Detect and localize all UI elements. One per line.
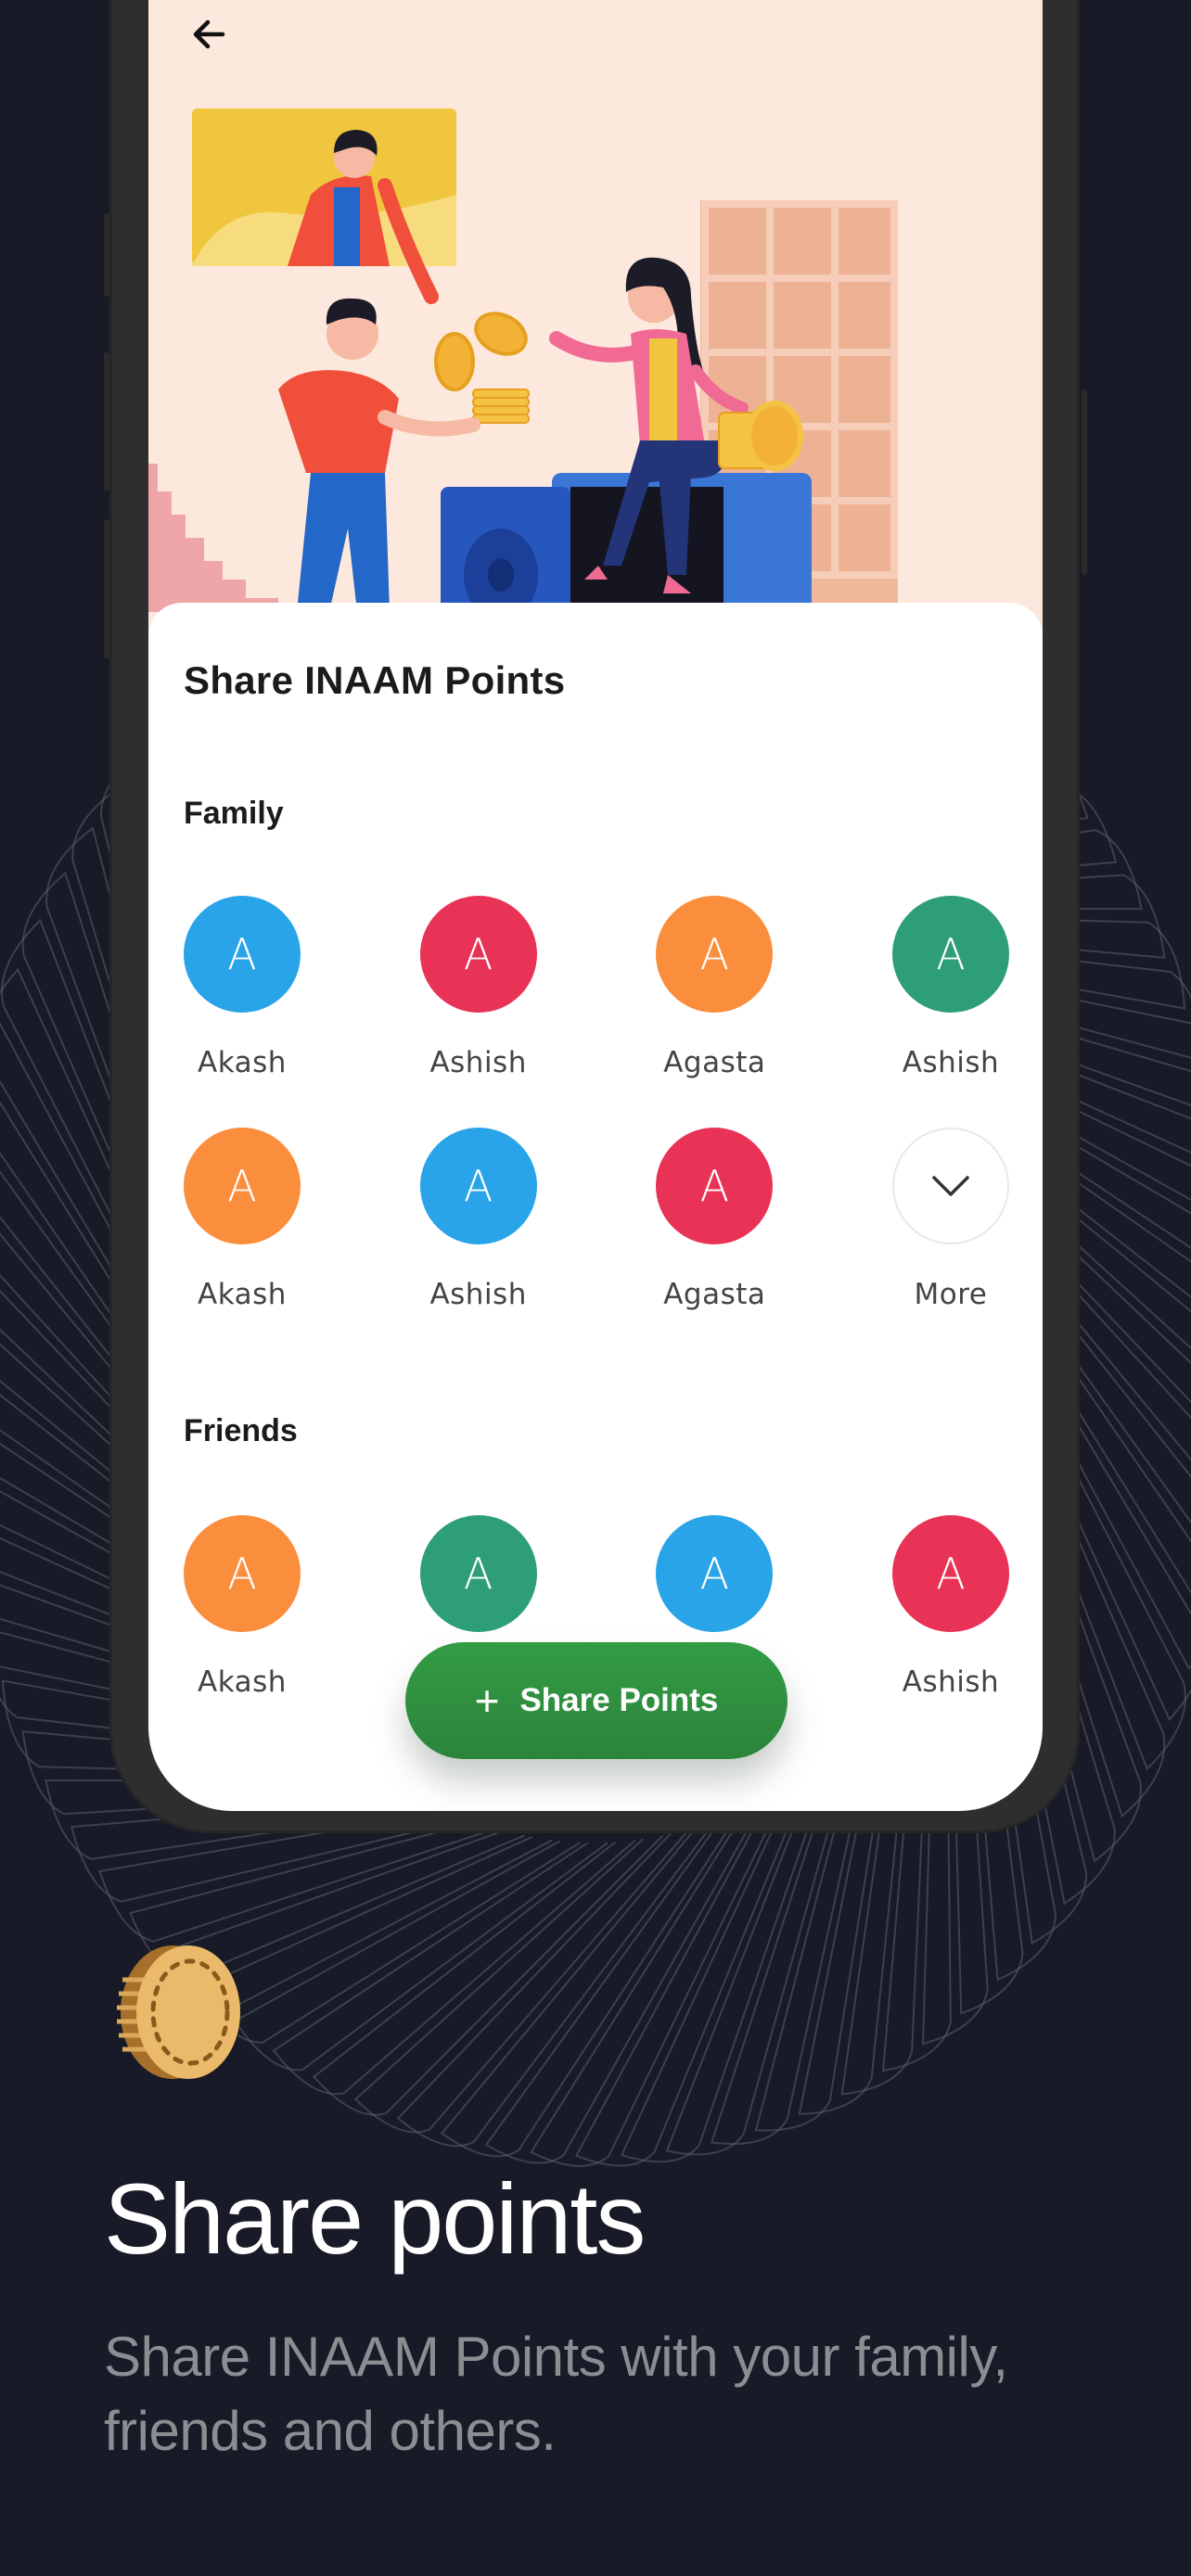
contact-item[interactable]: A Akash xyxy=(184,896,301,1079)
avatar: A xyxy=(891,896,1009,1013)
contact-name: Ashish xyxy=(902,1046,1000,1079)
card-title: Share INAAM Points xyxy=(184,658,566,702)
app-screen: Share INAAM Points Family A Akash A Ashi… xyxy=(148,0,1043,1811)
avatar: A xyxy=(184,1515,301,1632)
avatar: A xyxy=(419,896,537,1013)
avatar: A xyxy=(656,896,774,1013)
more-label: More xyxy=(914,1278,988,1311)
contact-name: Ashish xyxy=(429,1278,527,1311)
plus-icon: + xyxy=(474,1677,500,1725)
section-label-family: Family xyxy=(184,796,284,831)
contact-name: Agasta xyxy=(663,1046,766,1079)
stairs-illustration xyxy=(148,464,278,612)
coin-icon xyxy=(117,1945,240,2079)
avatar: A xyxy=(184,1128,301,1244)
contact-name: Akash xyxy=(198,1278,287,1311)
avatar: A xyxy=(184,896,301,1013)
contact-item[interactable]: A Ashish xyxy=(419,1128,537,1311)
phone-side-button xyxy=(104,213,109,297)
contact-item[interactable]: A Akash xyxy=(184,1515,301,1699)
avatar: A xyxy=(656,1128,774,1244)
phone-power-button xyxy=(1082,389,1087,575)
promo-subtitle: Share INAAM Points with your family, fri… xyxy=(104,2326,1008,2462)
more-contacts-button[interactable]: More xyxy=(891,1128,1009,1311)
share-points-label: Share Points xyxy=(519,1682,719,1718)
contact-item[interactable]: A Akash xyxy=(184,1128,301,1311)
promo-title: Share points xyxy=(104,2162,646,2275)
contact-name: Akash xyxy=(198,1665,287,1699)
section-label-friends: Friends xyxy=(184,1413,298,1448)
contact-name: Ashish xyxy=(429,1046,527,1079)
contact-item[interactable]: A Ashish xyxy=(891,1515,1009,1699)
contact-name: Ashish xyxy=(902,1665,1000,1699)
family-row-2: A Akash A Ashish A Agasta More xyxy=(184,1128,1009,1311)
share-points-card: Share INAAM Points Family A Akash A Ashi… xyxy=(148,603,1043,1811)
phone-side-button xyxy=(104,519,109,658)
family-row-1: A Akash A Ashish A Agasta A Ashish xyxy=(184,896,1009,1079)
chevron-down-icon xyxy=(932,1176,969,1196)
contact-name: Akash xyxy=(198,1046,287,1079)
phone-side-button xyxy=(104,352,109,491)
arrow-left-icon xyxy=(193,19,225,49)
contact-item[interactable]: A Ashish xyxy=(891,896,1009,1079)
back-button[interactable] xyxy=(186,11,232,57)
share-coins-illustration xyxy=(148,108,898,612)
contact-item[interactable]: A Ashish xyxy=(419,896,537,1079)
contact-item[interactable]: A Agasta xyxy=(656,1128,774,1311)
more-avatar xyxy=(891,1128,1009,1244)
avatar: A xyxy=(891,1515,1009,1632)
avatar: A xyxy=(656,1515,774,1632)
contact-name: Agasta xyxy=(663,1278,766,1311)
contact-item[interactable]: A Agasta xyxy=(656,896,774,1079)
avatar: A xyxy=(419,1515,537,1632)
avatar: A xyxy=(419,1128,537,1244)
share-points-button[interactable]: + Share Points xyxy=(405,1642,788,1759)
